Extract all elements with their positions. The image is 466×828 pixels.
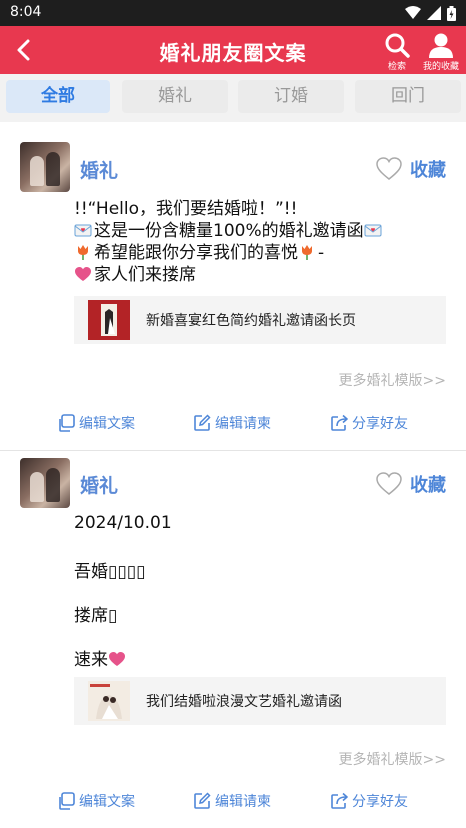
post-line-row: 速来: [74, 645, 128, 670]
tulip-icon: [302, 245, 312, 260]
status-bar: 8:04: [0, 0, 466, 26]
edit-copy-label: 编辑文案: [79, 416, 135, 432]
post-line: 家人们来搂席: [94, 265, 196, 285]
post-line-row: 希望能跟你分享我们的喜悦 -: [74, 242, 384, 264]
signal-icon: [427, 6, 441, 20]
share-friends-label: 分享好友: [352, 416, 408, 432]
edit-invitation-label: 编辑请柬: [215, 794, 271, 810]
search-label: 检索: [387, 62, 406, 72]
search-button[interactable]: 检索: [372, 32, 422, 72]
share-friends-button[interactable]: 分享好友: [330, 413, 408, 433]
love-letter-icon: [74, 224, 92, 237]
my-favorites-button[interactable]: 我的收藏: [416, 32, 466, 72]
tulip-icon: [78, 245, 88, 260]
template-card[interactable]: 我们结婚啦浪漫文艺婚礼邀请函: [74, 677, 446, 725]
post-line: 速来: [74, 650, 108, 670]
status-icons: [405, 5, 456, 21]
copy-icon: [59, 792, 75, 810]
tab-all[interactable]: 全部: [6, 80, 110, 113]
category-tabs: 全部 婚礼 订婚 回门: [0, 74, 466, 122]
post-actions: 编辑文案 编辑请柬 分享好友: [0, 791, 466, 817]
share-icon: [331, 414, 348, 431]
template-thumbnail: [88, 300, 130, 340]
post-card: 婚礼 收藏 2024/10.01 吾婚▯▯▯▯ 搂席▯ 速来 我们结婚啦浪漫文艺…: [0, 451, 466, 828]
collect-label: 收藏: [410, 160, 446, 181]
copy-icon: [59, 414, 75, 432]
post-author: 婚礼: [80, 160, 119, 182]
avatar: [20, 142, 70, 192]
template-title: 我们结婚啦浪漫文艺婚礼邀请函: [146, 694, 342, 710]
share-friends-button[interactable]: 分享好友: [330, 791, 408, 811]
tab-wedding[interactable]: 婚礼: [122, 80, 228, 113]
battery-icon: [447, 5, 456, 21]
edit-copy-button[interactable]: 编辑文案: [57, 413, 135, 433]
post-line-suffix: -: [318, 243, 325, 263]
post-text: !!“Hello，我们要结婚啦！”!! 这是一份含糖量100%的婚礼邀请函 希望…: [74, 198, 384, 286]
template-thumbnail: [88, 681, 130, 721]
collect-button[interactable]: 收藏: [376, 156, 446, 182]
edit-invitation-button[interactable]: 编辑请柬: [193, 413, 271, 433]
more-templates-link[interactable]: 更多婚礼模版>>: [339, 370, 446, 390]
post-line-row: 家人们来搂席: [74, 264, 384, 286]
app-bar: 婚礼朋友圈文案 检索 我的收藏: [0, 26, 466, 74]
template-card[interactable]: 新婚喜宴红色简约婚礼邀请函长页: [74, 296, 446, 344]
heart-outline-icon: [376, 472, 402, 495]
tab-homecoming[interactable]: 回门: [355, 80, 461, 113]
post-line: 吾婚▯▯▯▯: [74, 562, 146, 582]
search-icon: [385, 33, 410, 58]
status-time: 8:04: [10, 4, 42, 20]
my-favorites-label: 我的收藏: [422, 62, 459, 72]
post-actions: 编辑文案 编辑请柬 分享好友: [0, 413, 466, 439]
post-line: 搂席▯: [74, 606, 118, 626]
edit-invitation-label: 编辑请柬: [215, 416, 271, 432]
post-author: 婚礼: [80, 475, 119, 497]
post-line: !!“Hello，我们要结婚啦！”!!: [74, 199, 298, 219]
post-line-row: 这是一份含糖量100%的婚礼邀请函: [74, 220, 384, 242]
more-templates-link[interactable]: 更多婚礼模版>>: [339, 749, 446, 769]
post-line: 这是一份含糖量100%的婚礼邀请函: [94, 221, 364, 241]
pink-heart-icon: [75, 267, 91, 281]
post-line: 2024/10.01: [74, 513, 172, 533]
avatar: [20, 458, 70, 508]
edit-icon: [194, 792, 211, 809]
love-letter-icon: [364, 224, 382, 237]
collect-label: 收藏: [410, 475, 446, 496]
edit-invitation-button[interactable]: 编辑请柬: [193, 791, 271, 811]
pink-heart-icon: [109, 652, 125, 666]
heart-outline-icon: [376, 157, 402, 180]
share-friends-label: 分享好友: [352, 794, 408, 810]
share-icon: [331, 792, 348, 809]
edit-icon: [194, 414, 211, 431]
template-title: 新婚喜宴红色简约婚礼邀请函长页: [146, 313, 356, 329]
edit-copy-label: 编辑文案: [79, 794, 135, 810]
post-line: 希望能跟你分享我们的喜悦: [94, 243, 298, 263]
wifi-icon: [405, 6, 421, 19]
post-card: 婚礼 收藏 !!“Hello，我们要结婚啦！”!! 这是一份含糖量100%的婚礼…: [0, 122, 466, 450]
tab-engagement[interactable]: 订婚: [238, 80, 344, 113]
user-icon: [429, 33, 453, 58]
collect-button[interactable]: 收藏: [376, 471, 446, 497]
edit-copy-button[interactable]: 编辑文案: [57, 791, 135, 811]
